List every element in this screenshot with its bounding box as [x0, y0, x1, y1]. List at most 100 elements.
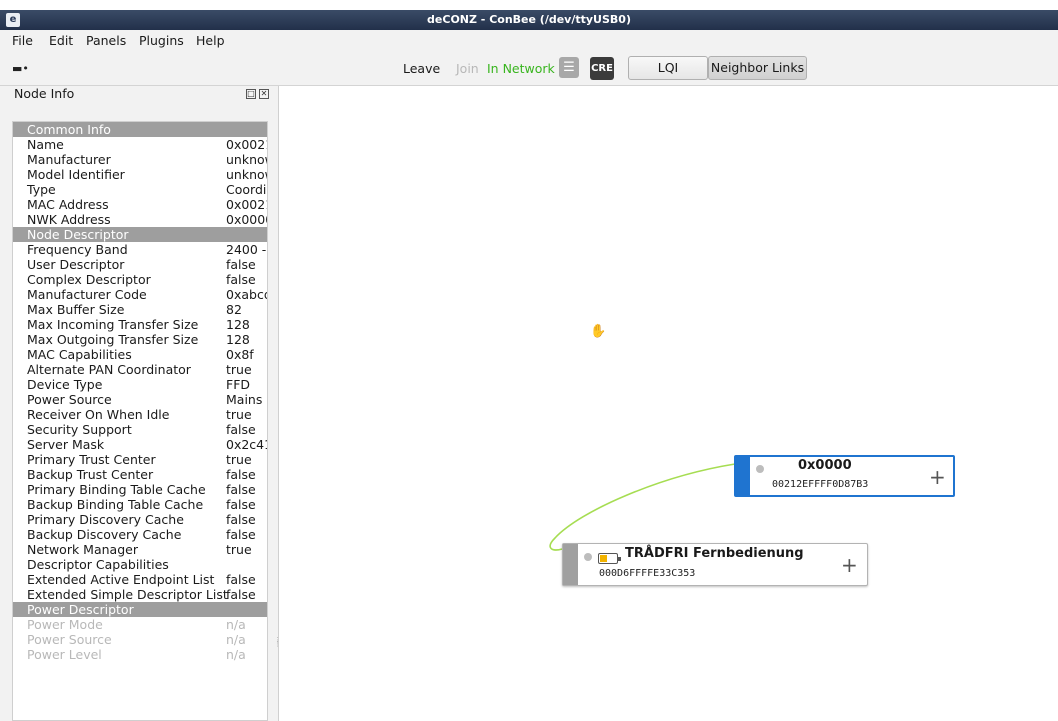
- section-header[interactable]: Node Descriptor: [13, 227, 267, 242]
- property-key: Extended Simple Descriptor List: [27, 587, 228, 602]
- node-accent-stripe: [736, 457, 750, 495]
- property-key: Manufacturer: [27, 152, 111, 167]
- property-row[interactable]: Power Source n/a: [13, 632, 267, 647]
- property-row[interactable]: Alternate PAN Coordinator true: [13, 362, 267, 377]
- close-icon[interactable]: ✕: [259, 89, 269, 99]
- section-header[interactable]: Common Info: [13, 122, 267, 137]
- network-status-label: In Network: [487, 61, 555, 76]
- property-value: false: [226, 422, 256, 437]
- sliders-icon[interactable]: ☰: [559, 57, 579, 78]
- property-value: false: [226, 497, 256, 512]
- property-row[interactable]: Extended Simple Descriptor List false: [13, 587, 267, 602]
- property-row[interactable]: Backup Binding Table Cache false: [13, 497, 267, 512]
- property-row[interactable]: Frequency Band 2400 -: [13, 242, 267, 257]
- property-row[interactable]: Type Coordin: [13, 182, 267, 197]
- property-row[interactable]: Manufacturer unknow: [13, 152, 267, 167]
- section-header[interactable]: Power Descriptor: [13, 602, 267, 617]
- property-row[interactable]: Device Type FFD: [13, 377, 267, 392]
- property-key: Primary Binding Table Cache: [27, 482, 206, 497]
- neighbor-link: [549, 463, 736, 551]
- lqi-button[interactable]: LQI: [628, 56, 708, 80]
- property-key: Power Mode: [27, 617, 103, 632]
- property-row[interactable]: Power Level n/a: [13, 647, 267, 662]
- network-canvas[interactable]: ✋ 0x0000 00212EFFFF0D87B3 + TRÅDFRI Fern…: [280, 86, 1058, 721]
- property-row[interactable]: Network Manager true: [13, 542, 267, 557]
- join-button[interactable]: Join: [456, 61, 479, 76]
- property-row[interactable]: Extended Active Endpoint List false: [13, 572, 267, 587]
- links-layer: [549, 463, 736, 551]
- property-key: Alternate PAN Coordinator: [27, 362, 191, 377]
- property-row[interactable]: User Descriptor false: [13, 257, 267, 272]
- property-row[interactable]: Manufacturer Code 0xabcd: [13, 287, 267, 302]
- menu-bar: File Edit Panels Plugins Help: [0, 30, 1058, 52]
- property-value: 0x8f: [226, 347, 254, 362]
- plug-icon[interactable]: ▬•: [12, 62, 29, 75]
- property-row[interactable]: Primary Binding Table Cache false: [13, 482, 267, 497]
- property-row[interactable]: Max Incoming Transfer Size 128: [13, 317, 267, 332]
- property-key: Extended Active Endpoint List: [27, 572, 215, 587]
- property-row[interactable]: Complex Descriptor false: [13, 272, 267, 287]
- property-key: Name: [27, 137, 64, 152]
- property-key: Primary Trust Center: [27, 452, 156, 467]
- property-row[interactable]: MAC Address 0x0021: [13, 197, 267, 212]
- property-value: FFD: [226, 377, 251, 392]
- property-row[interactable]: Power Source Mains: [13, 392, 267, 407]
- property-value: false: [226, 587, 256, 602]
- property-row[interactable]: Power Mode n/a: [13, 617, 267, 632]
- property-key: User Descriptor: [27, 257, 125, 272]
- property-row[interactable]: MAC Capabilities 0x8f: [13, 347, 267, 362]
- menu-edit[interactable]: Edit: [49, 33, 73, 48]
- property-row[interactable]: Max Outgoing Transfer Size 128: [13, 332, 267, 347]
- menu-help[interactable]: Help: [196, 33, 225, 48]
- property-row[interactable]: Security Support false: [13, 422, 267, 437]
- property-row[interactable]: Primary Discovery Cache false: [13, 512, 267, 527]
- panel-title: Node Info: [14, 86, 75, 101]
- property-value: 82: [226, 302, 242, 317]
- node-coordinator[interactable]: 0x0000 00212EFFFF0D87B3 +: [734, 455, 955, 497]
- property-row[interactable]: Primary Trust Center true: [13, 452, 267, 467]
- property-row[interactable]: Server Mask 0x2c41: [13, 437, 267, 452]
- property-value: 0x2c41: [226, 437, 268, 452]
- menu-file[interactable]: File: [12, 33, 33, 48]
- property-value: true: [226, 452, 252, 467]
- leave-button[interactable]: Leave: [403, 61, 440, 76]
- property-key: Max Outgoing Transfer Size: [27, 332, 199, 347]
- menu-plugins[interactable]: Plugins: [139, 33, 184, 48]
- property-row[interactable]: Backup Trust Center false: [13, 467, 267, 482]
- property-row[interactable]: NWK Address 0x0000: [13, 212, 267, 227]
- property-row[interactable]: Name 0x0021: [13, 137, 267, 152]
- node-remote[interactable]: TRÅDFRI Fernbedienung 000D6FFFFE33C353 +: [562, 543, 868, 586]
- property-row[interactable]: Descriptor Capabilities: [13, 557, 267, 572]
- cre-button[interactable]: CRE: [590, 57, 614, 80]
- property-row[interactable]: Max Buffer Size 82: [13, 302, 267, 317]
- neighbor-links-button[interactable]: Neighbor Links: [708, 56, 807, 80]
- property-key: MAC Capabilities: [27, 347, 132, 362]
- property-key: Max Incoming Transfer Size: [27, 317, 199, 332]
- property-table[interactable]: Common InfoName0x0021ManufacturerunknowM…: [12, 121, 268, 721]
- node-info-panel: Node Info □ ✕ Common InfoName0x0021Manuf…: [0, 86, 281, 721]
- property-key: Max Buffer Size: [27, 302, 125, 317]
- property-value: unknow: [226, 152, 267, 167]
- expand-plus-icon[interactable]: +: [929, 467, 946, 487]
- property-row[interactable]: Backup Discovery Cache false: [13, 527, 267, 542]
- property-value: 0xabcd: [226, 287, 268, 302]
- section-header-label: Common Info: [27, 122, 111, 137]
- property-key: Server Mask: [27, 437, 105, 452]
- property-value: 2400 -: [226, 242, 267, 257]
- property-row[interactable]: Receiver On When Idle true: [13, 407, 267, 422]
- property-key: Power Source: [27, 392, 112, 407]
- expand-plus-icon[interactable]: +: [841, 555, 858, 575]
- property-key: NWK Address: [27, 212, 111, 227]
- property-key: Complex Descriptor: [27, 272, 151, 287]
- property-key: Manufacturer Code: [27, 287, 147, 302]
- property-row[interactable]: Model Identifier unknow: [13, 167, 267, 182]
- property-key: Receiver On When Idle: [27, 407, 170, 422]
- menu-panels[interactable]: Panels: [86, 33, 126, 48]
- property-value: false: [226, 527, 256, 542]
- property-key: Power Source: [27, 632, 112, 647]
- property-value: true: [226, 542, 252, 557]
- property-key: Descriptor Capabilities: [27, 557, 169, 572]
- property-value: false: [226, 482, 256, 497]
- float-panel-icon[interactable]: □: [246, 89, 256, 99]
- node-name: 0x0000: [798, 458, 852, 473]
